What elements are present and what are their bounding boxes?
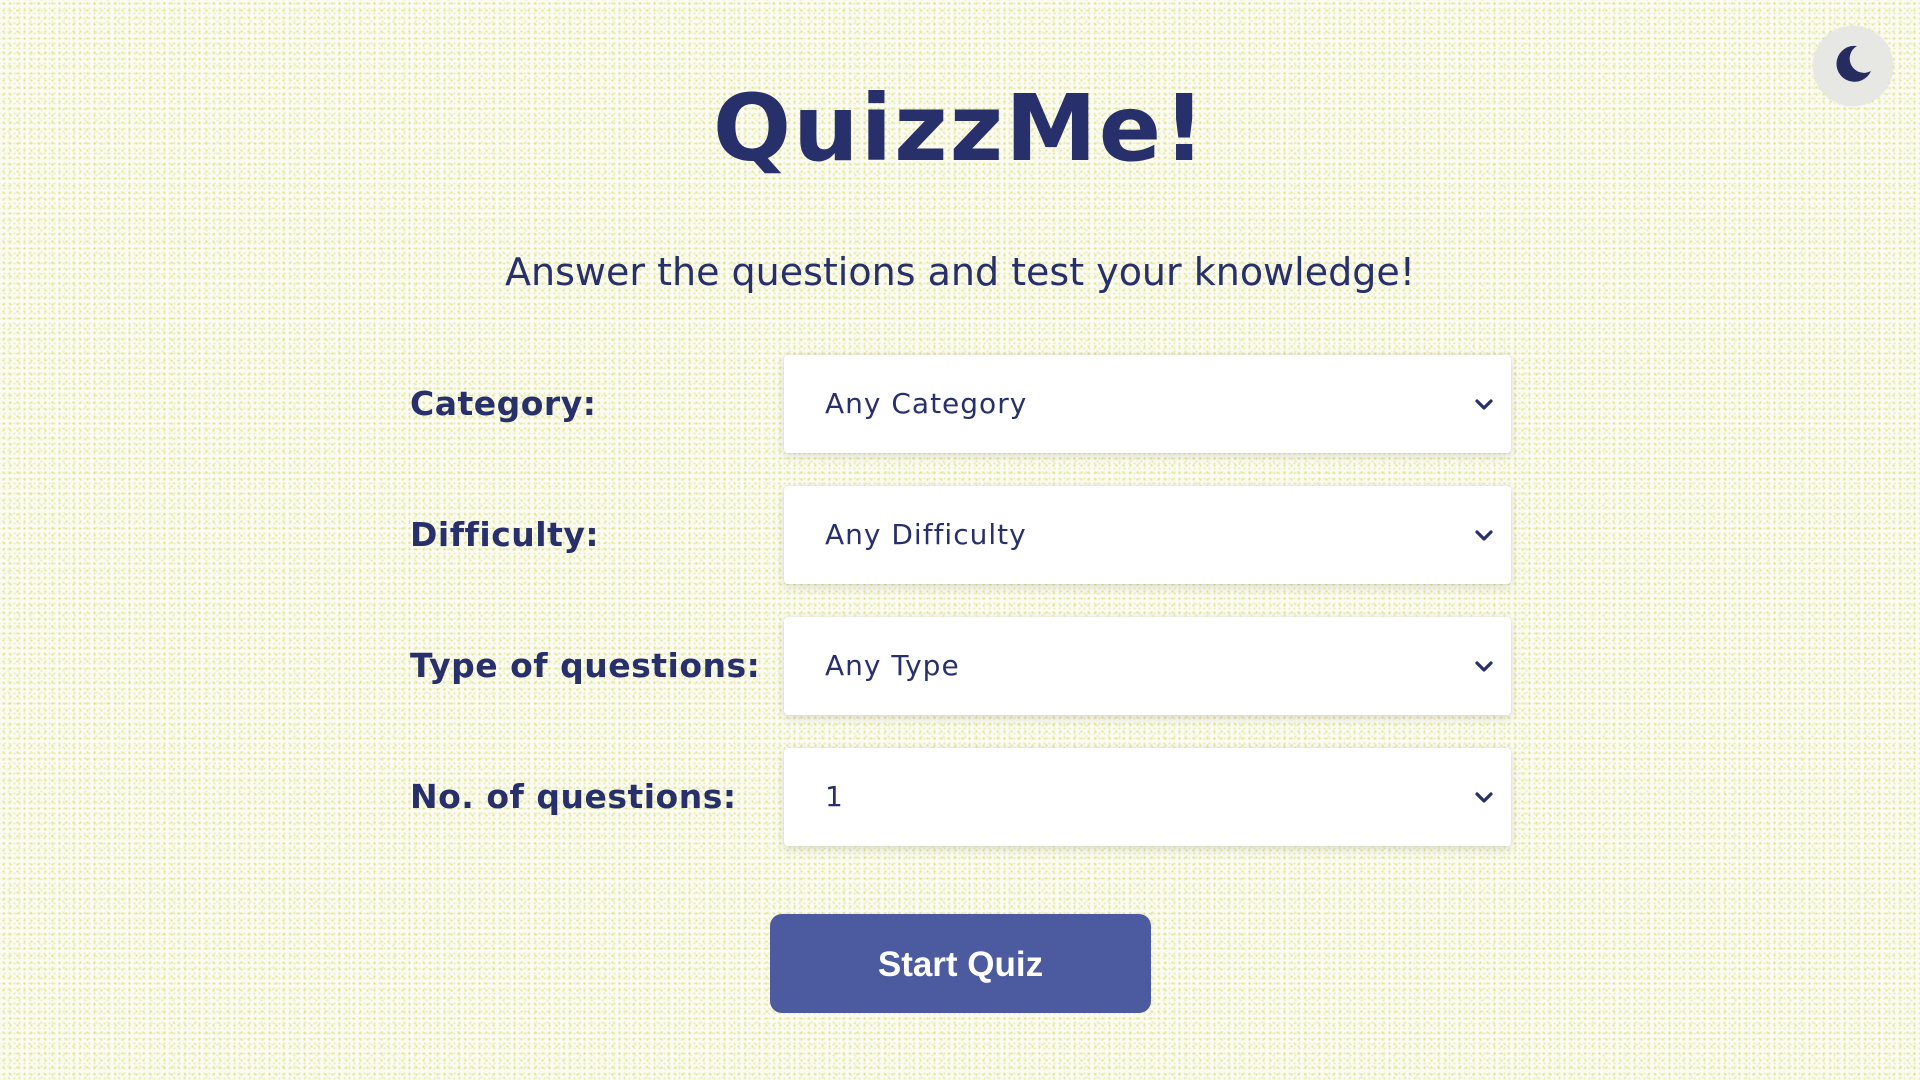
page-title: QuizzMe! [712,75,1208,182]
type-select[interactable]: Any Type [784,617,1511,715]
question-count-select[interactable]: 1 [784,748,1511,846]
page-subtitle: Answer the questions and test your knowl… [505,250,1415,294]
chevron-down-icon [1475,530,1493,541]
category-select[interactable]: Any Category [784,355,1511,453]
chevron-down-icon [1475,792,1493,803]
difficulty-select[interactable]: Any Difficulty [784,486,1511,584]
difficulty-row: Difficulty: Any Difficulty [410,486,1511,584]
question-count-label: No. of questions: [410,777,737,816]
difficulty-select-value: Any Difficulty [825,518,1027,551]
question-count-select-value: 1 [825,780,844,813]
type-select-value: Any Type [825,649,960,682]
type-label: Type of questions: [410,646,761,685]
start-quiz-button[interactable]: Start Quiz [770,914,1151,1013]
category-label: Category: [410,384,597,423]
difficulty-label: Difficulty: [410,515,600,554]
category-select-value: Any Category [825,387,1028,420]
category-row: Category: Any Category [410,355,1511,453]
question-count-row: No. of questions: 1 [410,748,1511,846]
chevron-down-icon [1475,661,1493,672]
quiz-settings-form: Category: Any Category Difficulty: Any D… [410,355,1511,879]
chevron-down-icon [1475,399,1493,410]
type-row: Type of questions: Any Type [410,617,1511,715]
